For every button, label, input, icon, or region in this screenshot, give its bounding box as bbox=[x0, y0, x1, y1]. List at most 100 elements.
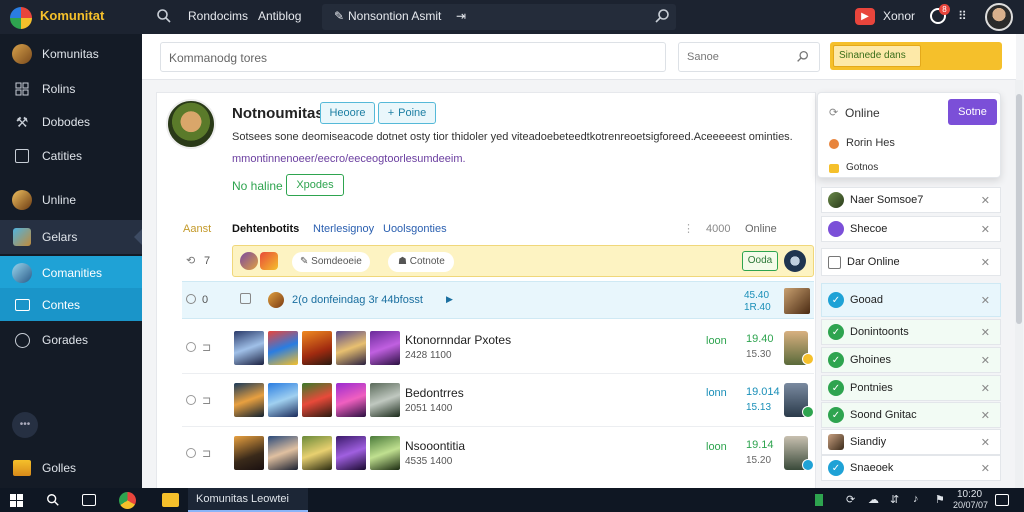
game-thumb[interactable] bbox=[370, 436, 400, 470]
menu-grid-icon[interactable]: ⠿ bbox=[958, 9, 967, 23]
right-list-item[interactable]: Shecoe ✕ bbox=[821, 216, 1001, 242]
user-avatar[interactable] bbox=[985, 3, 1013, 31]
game-thumb[interactable] bbox=[268, 436, 298, 470]
mini-search-icon[interactable] bbox=[796, 50, 809, 66]
more-button[interactable]: ••• bbox=[12, 412, 38, 438]
tab-nterlesignoy[interactable]: Nterlesignoy bbox=[313, 223, 374, 235]
taskbar-search-icon[interactable] bbox=[46, 493, 60, 510]
right-list-item[interactable]: ✓ Snaeoek ✕ bbox=[821, 455, 1001, 481]
online-item-label[interactable]: Gotnos bbox=[846, 162, 878, 173]
list-item[interactable]: ⊐ Bedontrres 2051 1400 lonn 19.014 15.13 bbox=[182, 375, 814, 427]
search-icon[interactable] bbox=[156, 8, 172, 24]
action-center-icon[interactable] bbox=[995, 494, 1009, 506]
list-item[interactable]: ⊐ Nsooontitia 4535 1400 loon 19.14 15.20 bbox=[182, 428, 814, 480]
close-icon[interactable]: ✕ bbox=[981, 326, 990, 339]
game-thumb[interactable] bbox=[234, 331, 264, 365]
chip-2[interactable]: ☗ Cotnote bbox=[388, 252, 454, 272]
close-icon[interactable]: ✕ bbox=[981, 462, 990, 475]
close-icon[interactable]: ✕ bbox=[981, 354, 990, 367]
tray-cloud-icon[interactable]: ☁ bbox=[868, 493, 879, 506]
pin-icon[interactable]: ⟲ bbox=[186, 254, 195, 267]
tray-network-icon[interactable]: ⇵ bbox=[890, 493, 899, 506]
follow-button[interactable]: Heoore bbox=[320, 102, 375, 124]
sidebar-item-rolins[interactable]: Rolins bbox=[0, 73, 142, 105]
row-folder-icon[interactable]: ⊐ bbox=[202, 447, 211, 460]
pinned-action-button[interactable]: Ooda bbox=[742, 251, 778, 271]
nav-link-2[interactable]: Antiblog bbox=[258, 9, 301, 23]
status-button[interactable]: Xpodes bbox=[286, 174, 344, 196]
pinned-avatar[interactable] bbox=[784, 250, 806, 272]
row-folder-icon[interactable]: ⊐ bbox=[202, 341, 211, 354]
main-search-input[interactable]: Kommanodg tores bbox=[160, 42, 666, 72]
game-thumb[interactable] bbox=[370, 383, 400, 417]
sidebar-item-golles[interactable]: Golles bbox=[0, 452, 142, 484]
sidebar-item-catities[interactable]: Catities bbox=[0, 140, 142, 172]
close-icon[interactable]: ✕ bbox=[981, 436, 990, 449]
close-icon[interactable]: ✕ bbox=[981, 223, 990, 236]
search-submit-icon[interactable] bbox=[654, 8, 670, 24]
right-list-item[interactable]: ✓ Donintoonts ✕ bbox=[821, 319, 1001, 345]
pinned-row[interactable]: ⟲ 7 ✎ Somdeoeie ☗ Cotnote Ooda bbox=[182, 243, 814, 279]
row-folder-icon[interactable]: ⊐ bbox=[202, 394, 211, 407]
nav-link-1[interactable]: Rondocims bbox=[188, 9, 248, 23]
scrollbar[interactable] bbox=[1015, 80, 1023, 488]
share-icon[interactable]: ⇥ bbox=[456, 9, 466, 23]
yellow-action-button[interactable]: Sinanede dans bbox=[830, 42, 1002, 70]
chrome-icon[interactable] bbox=[119, 492, 136, 509]
tab-uoolsgonties[interactable]: Uoolsgonties bbox=[383, 223, 447, 235]
right-list-item[interactable]: Naer Somsoe7 ✕ bbox=[821, 187, 1001, 213]
file-explorer-icon[interactable] bbox=[162, 493, 179, 507]
tray-volume-icon[interactable]: ♪ bbox=[913, 493, 919, 505]
scrollbar-thumb[interactable] bbox=[1016, 94, 1022, 324]
active-window-tab[interactable]: Komunitas Leowtei bbox=[188, 488, 308, 512]
right-list-item[interactable]: ✓ Ghoines ✕ bbox=[821, 347, 1001, 373]
sidebar-item-unline[interactable]: Unline bbox=[0, 184, 142, 216]
app-logo-icon[interactable] bbox=[10, 7, 32, 29]
right-list-item[interactable]: ✓ Gooad ✕ bbox=[821, 283, 1001, 317]
game-thumb[interactable] bbox=[336, 436, 366, 470]
close-icon[interactable]: ✕ bbox=[981, 409, 990, 422]
profile-avatar[interactable] bbox=[166, 99, 216, 149]
info-row-edit-icon[interactable] bbox=[240, 293, 251, 304]
game-thumb[interactable] bbox=[302, 436, 332, 470]
sidebar-item-contes[interactable]: Contes bbox=[0, 288, 142, 321]
online-item-label[interactable]: Rorin Hes bbox=[846, 137, 895, 149]
game-thumb[interactable] bbox=[302, 331, 332, 365]
edit-icon[interactable]: ✎ bbox=[334, 9, 344, 23]
list-item[interactable]: ⊐ Ktonornndar Pxotes 2428 1100 loon 19.4… bbox=[182, 322, 814, 374]
game-thumb[interactable] bbox=[268, 383, 298, 417]
task-view-icon[interactable] bbox=[82, 494, 96, 506]
game-thumb[interactable] bbox=[268, 331, 298, 365]
close-icon[interactable]: ✕ bbox=[981, 256, 990, 269]
right-list-item[interactable]: ✓ Soond Gnitac ✕ bbox=[821, 402, 1001, 428]
close-icon[interactable]: ✕ bbox=[981, 194, 990, 207]
info-row[interactable]: 0 2(o donfeindag 3r 44bfosst ▶ 45.40 1R.… bbox=[182, 281, 814, 319]
youtube-icon[interactable]: ▶ bbox=[855, 8, 875, 25]
sidebar-item-komunitas[interactable]: Komunitas bbox=[0, 38, 142, 70]
sidebar-item-gelars[interactable]: Gelars bbox=[0, 220, 142, 254]
tab-online[interactable]: Online bbox=[745, 223, 777, 235]
right-list-item[interactable]: Siandiy ✕ bbox=[821, 429, 1001, 455]
tray-flag-icon[interactable]: ⚑ bbox=[935, 493, 945, 506]
close-icon[interactable]: ✕ bbox=[981, 382, 990, 395]
sidebar-item-gorades[interactable]: Gorades bbox=[0, 324, 142, 356]
game-thumb[interactable] bbox=[336, 383, 366, 417]
game-thumb[interactable] bbox=[234, 383, 264, 417]
close-icon[interactable]: ✕ bbox=[981, 294, 990, 307]
user-label[interactable]: Xonor bbox=[883, 9, 915, 23]
tray-sync-icon[interactable]: ⟳ bbox=[846, 493, 855, 506]
join-button[interactable]: + Poine bbox=[378, 102, 436, 124]
tray-app-icon[interactable] bbox=[815, 494, 823, 506]
sidebar-item-comanities[interactable]: Comanities bbox=[0, 256, 142, 290]
sidebar-item-dobodes[interactable]: ⚒ Dobodes bbox=[0, 106, 142, 138]
chip-1[interactable]: ✎ Somdeoeie bbox=[292, 252, 370, 272]
right-list-item[interactable]: Dar Online ✕ bbox=[821, 248, 1001, 276]
tab-dehtenbotits[interactable]: Dehtenbotits bbox=[232, 223, 299, 235]
game-thumb[interactable] bbox=[234, 436, 264, 470]
windows-start-icon[interactable] bbox=[10, 494, 23, 507]
clock-time[interactable]: 10:20 bbox=[957, 489, 982, 500]
clock-date[interactable]: 20/07/07 bbox=[953, 500, 988, 510]
game-thumb[interactable] bbox=[302, 383, 332, 417]
mini-search-input[interactable]: Sanoe bbox=[678, 42, 820, 72]
game-thumb[interactable] bbox=[336, 331, 366, 365]
